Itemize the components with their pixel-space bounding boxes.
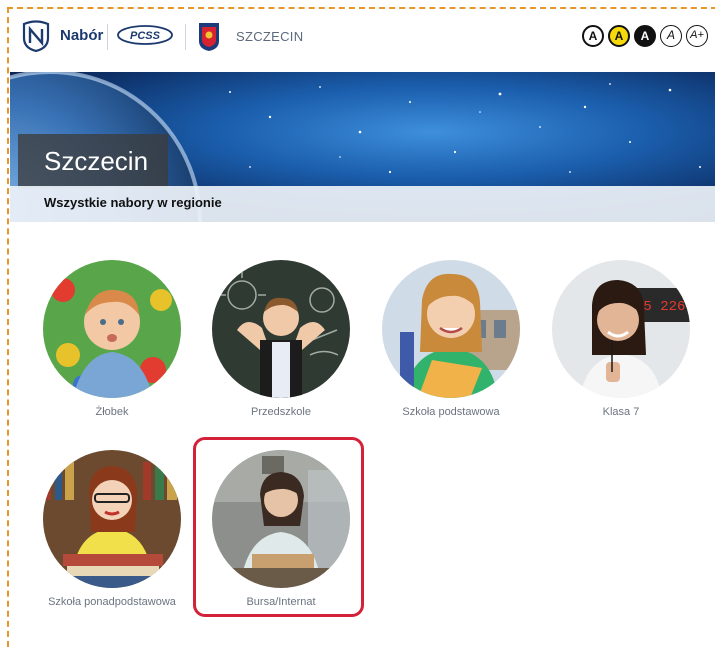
contrast-default-button[interactable]: A xyxy=(582,25,604,47)
font-small-button[interactable]: A xyxy=(660,25,682,47)
region-banner: Szczecin Wszystkie nabory w regionie xyxy=(10,72,715,222)
contrast-black-button[interactable]: A xyxy=(634,25,656,47)
contrast-yellow-button[interactable]: A xyxy=(608,25,630,47)
tile-label[interactable]: Szkoła podstawowa xyxy=(376,406,526,418)
tile-szkola-ponadpodstawowa[interactable]: Szkoła ponadpodstawowa xyxy=(37,450,187,608)
tile-label[interactable]: Szkoła ponadpodstawowa xyxy=(37,596,187,608)
header-divider xyxy=(107,24,108,50)
banner-subtitle-bar: Wszystkie nabory w regionie xyxy=(10,186,715,222)
brand-name[interactable]: Nabór xyxy=(60,27,103,44)
banner-subtitle: Wszystkie nabory w regionie xyxy=(44,195,222,210)
header-divider xyxy=(185,24,186,50)
schoolgirl-photo[interactable] xyxy=(382,260,520,398)
tile-szkola-podstawowa[interactable]: Szkoła podstawowa xyxy=(376,260,526,418)
tile-zlobek[interactable]: Żłobek xyxy=(37,260,187,418)
pcss-logo-text: PCSS xyxy=(130,30,161,42)
nabor-logo-icon[interactable] xyxy=(22,20,50,52)
pcss-logo[interactable]: PCSS xyxy=(116,24,174,46)
preschooler-photo[interactable] xyxy=(212,260,350,398)
city-name: SZCZECIN xyxy=(236,29,304,44)
student-with-books-photo[interactable] xyxy=(43,450,181,588)
tile-przedszkole[interactable]: Przedszkole xyxy=(206,260,356,418)
selection-highlight xyxy=(193,437,364,617)
toddler-photo[interactable] xyxy=(43,260,181,398)
tile-label[interactable]: Przedszkole xyxy=(206,406,356,418)
tile-label[interactable]: Klasa 7 xyxy=(546,406,696,418)
font-large-button[interactable]: A+ xyxy=(686,25,708,47)
page-title: Szczecin xyxy=(18,134,168,188)
tile-klasa-7[interactable]: 35 226 Klasa 7 xyxy=(546,260,696,418)
teacher-with-whistle-photo[interactable]: 35 226 xyxy=(552,260,690,398)
tile-label[interactable]: Żłobek xyxy=(37,406,187,418)
top-header: Nabór PCSS SZCZECIN A A A A A+ xyxy=(10,10,715,64)
szczecin-crest-icon xyxy=(199,23,219,51)
